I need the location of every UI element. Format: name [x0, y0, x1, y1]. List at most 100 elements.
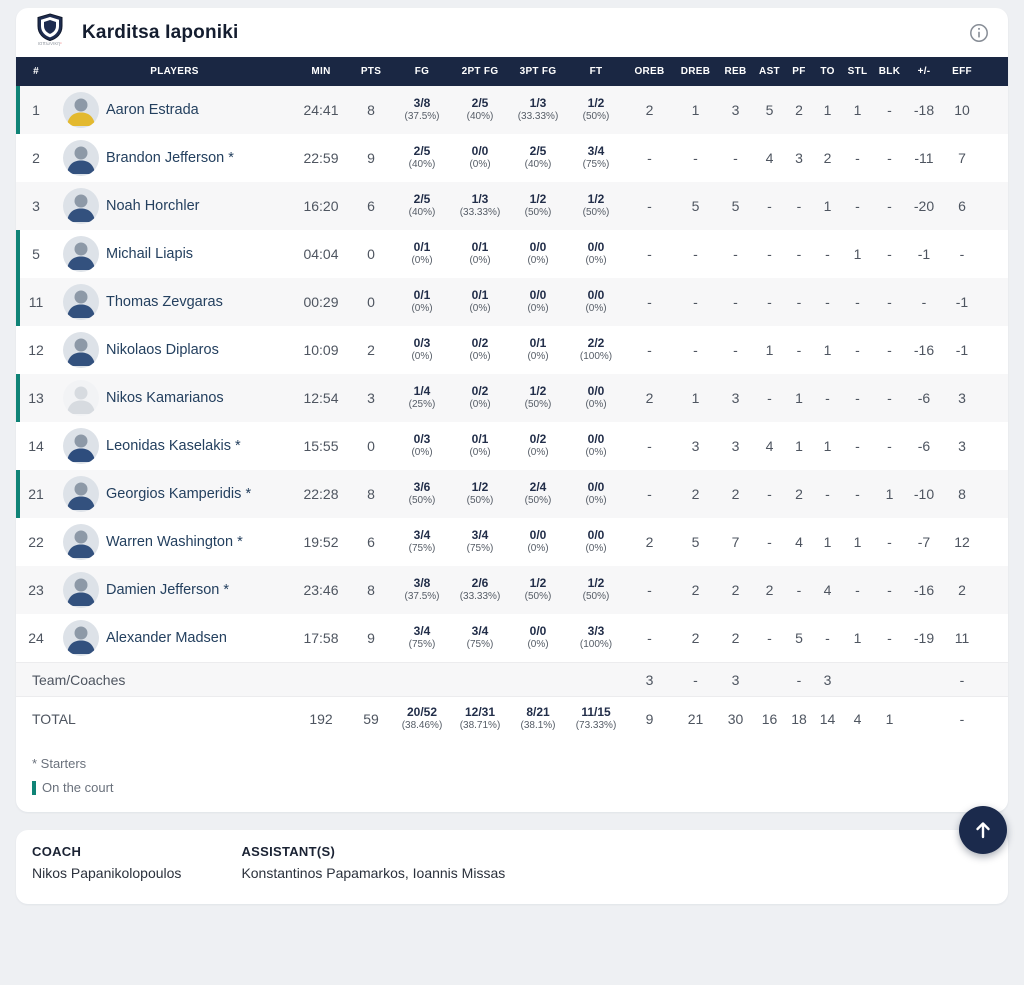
stat-pf: 2 [785, 486, 813, 502]
player-row[interactable]: 21 Georgios Kamperidis * 22:28 8 3/6(50%… [16, 470, 1008, 518]
stat-oreb: - [625, 150, 674, 166]
stat-fg: 3/8(37.5%) [393, 97, 451, 122]
col-header-min: MIN [293, 66, 349, 77]
stat-dreb: 5 [674, 534, 717, 550]
player-name[interactable]: Brandon Jefferson [106, 150, 224, 166]
player-number: 14 [16, 438, 56, 454]
player-name[interactable]: Damien Jefferson [106, 582, 219, 598]
stat-pf: - [785, 198, 813, 214]
player-name[interactable]: Georgios Kamperidis [106, 486, 241, 502]
player-avatar [63, 524, 99, 560]
player-row[interactable]: 5 Michail Liapis 04:04 0 0/1(0%) 0/1(0%)… [16, 230, 1008, 278]
stat-plusminus: -18 [906, 102, 942, 118]
player-avatar [63, 620, 99, 656]
stat-dreb: 5 [674, 198, 717, 214]
stat-blk: - [873, 534, 906, 550]
stat-blk: - [873, 342, 906, 358]
player-name[interactable]: Michail Liapis [106, 246, 193, 262]
player-row[interactable]: 11 Thomas Zevgaras 00:29 0 0/1(0%) 0/1(0… [16, 278, 1008, 326]
stat-ast: 5 [754, 102, 785, 118]
player-name[interactable]: Alexander Madsen [106, 630, 227, 646]
col-header-ft: FT [567, 66, 625, 78]
stat-dreb: - [674, 246, 717, 262]
stat-ast: 4 [754, 438, 785, 454]
stat-stl: - [842, 390, 873, 406]
stat-stl: - [842, 342, 873, 358]
player-row[interactable]: 24 Alexander Madsen 17:58 9 3/4(75%) 3/4… [16, 614, 1008, 662]
info-icon[interactable] [968, 22, 990, 44]
player-row[interactable]: 13 Nikos Kamarianos 12:54 3 1/4(25%) 0/2… [16, 374, 1008, 422]
stat-ft: 2/2(100%) [567, 337, 625, 362]
stat-to: - [813, 246, 842, 262]
stat-pts: 0 [349, 246, 393, 262]
stat-ft: 3/3(100%) [567, 625, 625, 650]
stat-min: 04:04 [293, 246, 349, 262]
stat-3ptfg: 1/2(50%) [509, 385, 567, 410]
stat-pf: - [785, 342, 813, 358]
col-header-stl: STL [842, 66, 873, 77]
total-3ptfg: 8/21(38.1%) [509, 706, 567, 731]
stat-stl: 1 [842, 534, 873, 550]
stat-stl: - [842, 294, 873, 310]
tc-eff: - [942, 672, 982, 688]
total-oreb: 9 [625, 711, 674, 727]
stat-pf: 2 [785, 102, 813, 118]
stat-eff: 11 [942, 630, 982, 646]
stat-plusminus: -7 [906, 534, 942, 550]
assistants-block: ASSISTANT(S) Konstantinos Papamarkos, Io… [241, 844, 505, 890]
stat-2ptfg: 3/4(75%) [451, 529, 509, 554]
player-name[interactable]: Warren Washington [106, 534, 233, 550]
stat-ast: - [754, 246, 785, 262]
stat-pts: 0 [349, 438, 393, 454]
player-avatar [63, 236, 99, 272]
coach-label: COACH [32, 844, 181, 859]
stat-dreb: 2 [674, 486, 717, 502]
player-row[interactable]: 1 Aaron Estrada 24:41 8 3/8(37.5%) 2/5(4… [16, 86, 1008, 134]
stat-oreb: 2 [625, 534, 674, 550]
player-row[interactable]: 22 Warren Washington * 19:52 6 3/4(75%) … [16, 518, 1008, 566]
starter-asterisk: * [228, 150, 234, 166]
stat-to: 1 [813, 438, 842, 454]
stat-blk: - [873, 582, 906, 598]
stat-oreb: - [625, 630, 674, 646]
stat-to: 1 [813, 102, 842, 118]
player-number: 2 [16, 150, 56, 166]
player-avatar [63, 188, 99, 224]
stat-ast: - [754, 390, 785, 406]
stat-ast: - [754, 630, 785, 646]
player-name[interactable]: Noah Horchler [106, 198, 200, 214]
stat-2ptfg: 0/1(0%) [451, 433, 509, 458]
stat-blk: 1 [873, 486, 906, 502]
player-row[interactable]: 14 Leonidas Kaselakis * 15:55 0 0/3(0%) … [16, 422, 1008, 470]
stat-eff: 8 [942, 486, 982, 502]
stat-ft: 0/0(0%) [567, 241, 625, 266]
scroll-to-top-button[interactable] [959, 806, 1007, 854]
player-name[interactable]: Leonidas Kaselakis [106, 438, 231, 454]
player-name[interactable]: Nikos Kamarianos [106, 390, 224, 406]
stat-to: 1 [813, 342, 842, 358]
player-row[interactable]: 23 Damien Jefferson * 23:46 8 3/8(37.5%)… [16, 566, 1008, 614]
legend: * Starters On the court [16, 740, 1008, 795]
stat-to: - [813, 630, 842, 646]
stat-pf: 1 [785, 390, 813, 406]
stat-3ptfg: 1/2(50%) [509, 577, 567, 602]
stat-to: 2 [813, 150, 842, 166]
player-name[interactable]: Thomas Zevgaras [106, 294, 223, 310]
coach-block: COACH Nikos Papanikolopoulos [32, 844, 181, 890]
col-header-2ptfg: 2PT FG [451, 66, 509, 78]
player-avatar [63, 572, 99, 608]
player-number: 12 [16, 342, 56, 358]
total-min: 192 [293, 711, 349, 727]
stat-blk: - [873, 438, 906, 454]
player-row[interactable]: 12 Nikolaos Diplaros 10:09 2 0/3(0%) 0/2… [16, 326, 1008, 374]
stat-fg: 3/8(37.5%) [393, 577, 451, 602]
player-name[interactable]: Nikolaos Diplaros [106, 342, 219, 358]
stat-eff: - [942, 246, 982, 262]
stat-eff: 10 [942, 102, 982, 118]
player-row[interactable]: 2 Brandon Jefferson * 22:59 9 2/5(40%) 0… [16, 134, 1008, 182]
stat-dreb: 2 [674, 582, 717, 598]
player-name[interactable]: Aaron Estrada [106, 102, 199, 118]
stat-min: 24:41 [293, 102, 349, 118]
player-row[interactable]: 3 Noah Horchler 16:20 6 2/5(40%) 1/3(33.… [16, 182, 1008, 230]
team-logo-subtext: ιαπωνικη· [38, 42, 63, 47]
